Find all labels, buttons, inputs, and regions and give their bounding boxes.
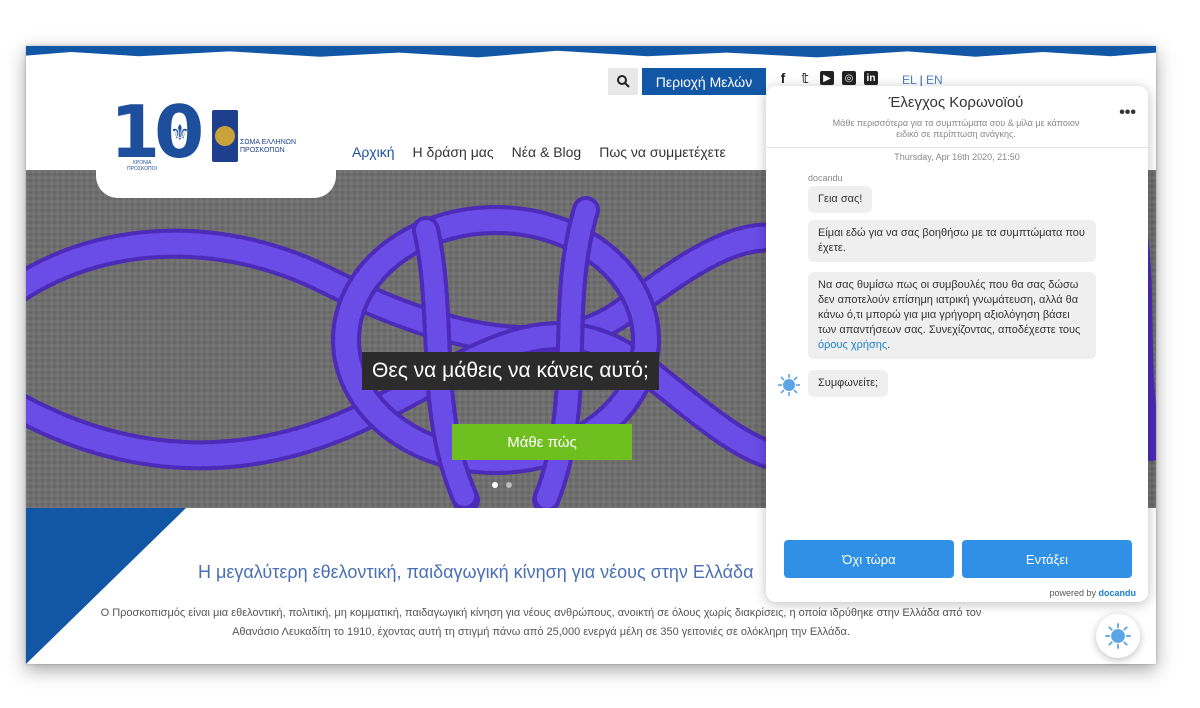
- chat-launcher-button[interactable]: [1096, 614, 1140, 658]
- facebook-icon[interactable]: f: [776, 70, 790, 86]
- nav-item-join[interactable]: Πως να συμμετέχετε: [599, 144, 725, 160]
- seal-icon: [215, 126, 235, 146]
- torn-blue-strip: [26, 46, 1156, 58]
- instagram-icon[interactable]: ◎: [842, 71, 856, 85]
- chat-date: Thursday, Apr 16th 2020, 21:50: [894, 152, 1020, 162]
- hero-title: Θες να μάθεις να κάνεις αυτό;: [362, 352, 659, 390]
- virus-bot-icon: [1105, 623, 1131, 649]
- language-switcher: EL | EN: [902, 73, 943, 87]
- learn-how-button[interactable]: Μάθε πώς: [452, 424, 632, 460]
- powered-prefix: powered by: [1049, 588, 1096, 598]
- slider-dots: [492, 482, 512, 488]
- linkedin-icon[interactable]: in: [864, 71, 878, 85]
- nav-item-home[interactable]: Αρχική: [352, 144, 395, 160]
- lang-el[interactable]: EL: [902, 73, 916, 87]
- section-paragraph: Ο Προσκοπισμός είναι μια εθελοντική, πολ…: [100, 607, 982, 638]
- nav-item-action[interactable]: Η δράση μας: [413, 144, 494, 160]
- members-area-button[interactable]: Περιοχή Μελών: [642, 68, 766, 95]
- chat-subtitle: Μάθε περισσότερα για τα συμπτώματα σου &…: [832, 118, 1080, 139]
- more-icon[interactable]: •••: [1119, 104, 1136, 122]
- hero-notch: [96, 170, 336, 198]
- fleur-de-lis-icon: ⚜: [170, 120, 190, 145]
- not-now-button[interactable]: Όχι τώρα: [784, 540, 954, 578]
- organization-emblem[interactable]: [212, 110, 238, 162]
- chat-message: Συμφωνείτε;: [808, 370, 889, 397]
- twitter-icon[interactable]: 𝕥: [798, 70, 812, 86]
- virus-bot-icon: [778, 374, 800, 396]
- slider-dot-2[interactable]: [506, 482, 512, 488]
- search-button[interactable]: [608, 68, 638, 95]
- chat-widget: Έλεγχος Κορωνοϊού Μάθε περισσότερα για τ…: [766, 86, 1148, 602]
- section-headline: Η μεγαλύτερη εθελοντική, παιδαγωγική κίν…: [198, 562, 754, 582]
- chat-message: Είμαι εδώ για να σας βοηθήσω με τα συμπτ…: [808, 220, 1096, 262]
- powered-by: powered by docandu: [1049, 588, 1136, 598]
- main-nav: Αρχική Η δράση μας Νέα & Blog Πως να συμ…: [352, 144, 726, 160]
- social-links: f 𝕥 ▶ ◎ in: [776, 70, 878, 86]
- powered-brand[interactable]: docandu: [1099, 588, 1137, 598]
- chat-message: Να σας θυμίσω πως οι συμβουλές που θα σα…: [808, 272, 1096, 359]
- terms-link[interactable]: όρους χρήσης: [818, 339, 887, 351]
- lang-en[interactable]: EN: [926, 73, 943, 87]
- organization-name: ΣΩΜΑ ΕΛΛΗΝΩΝ ΠΡΟΣΚΟΠΩΝ: [240, 139, 297, 154]
- ok-button[interactable]: Εντάξει: [962, 540, 1132, 578]
- chat-title: Έλεγχος Κορωνοϊού: [888, 94, 1024, 111]
- chat-header: Έλεγχος Κορωνοϊού Μάθε περισσότερα για τ…: [766, 86, 1148, 148]
- chat-sender: docandu: [808, 173, 843, 183]
- chat-message-text: Να σας θυμίσω πως οι συμβουλές που θα σα…: [818, 279, 1081, 336]
- search-icon: [616, 75, 630, 88]
- chat-message: Γεια σας!: [808, 186, 873, 213]
- nav-item-news[interactable]: Νέα & Blog: [512, 144, 582, 160]
- slider-dot-1[interactable]: [492, 482, 498, 488]
- youtube-icon[interactable]: ▶: [820, 71, 834, 85]
